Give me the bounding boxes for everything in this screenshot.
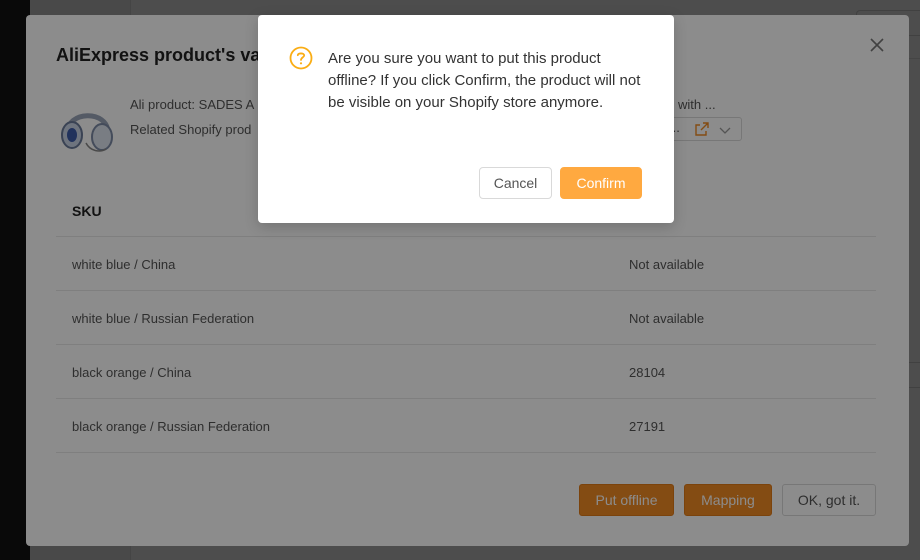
cancel-button[interactable]: Cancel bbox=[479, 167, 552, 199]
confirm-dialog: Are you sure you want to put this produc… bbox=[258, 15, 674, 223]
confirm-button[interactable]: Confirm bbox=[560, 167, 642, 199]
confirm-message: Are you sure you want to put this produc… bbox=[328, 50, 641, 111]
question-circle-icon bbox=[289, 46, 313, 70]
